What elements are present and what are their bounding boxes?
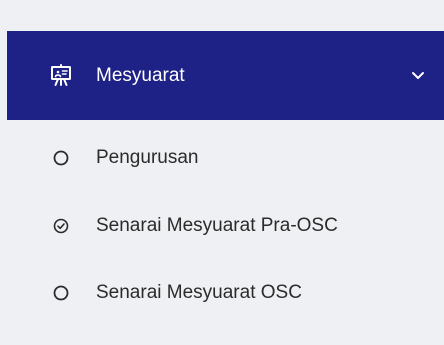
circle-outline-icon: [52, 284, 70, 302]
menu-group-mesyuarat[interactable]: Mesyuarat: [7, 31, 444, 120]
circle-check-icon: [52, 217, 70, 235]
circle-outline-icon: [52, 149, 70, 167]
presentation-board-icon: [49, 64, 73, 88]
chevron-down-icon[interactable]: [410, 69, 426, 81]
sidebar: Mesyuarat Pengurusan Senarai Mesyuarat P…: [7, 0, 444, 345]
submenu-item-label: Senarai Mesyuarat OSC: [96, 282, 302, 303]
submenu-item-senarai-mesyuarat-pra-osc[interactable]: Senarai Mesyuarat Pra-OSC: [7, 204, 444, 248]
menu-group-label: Mesyuarat: [96, 65, 185, 86]
submenu-item-senarai-mesyuarat-osc[interactable]: Senarai Mesyuarat OSC: [7, 271, 444, 315]
submenu-item-label: Senarai Mesyuarat Pra-OSC: [96, 215, 338, 236]
submenu-item-label: Pengurusan: [96, 147, 199, 168]
submenu-item-pengurusan[interactable]: Pengurusan: [7, 136, 444, 180]
